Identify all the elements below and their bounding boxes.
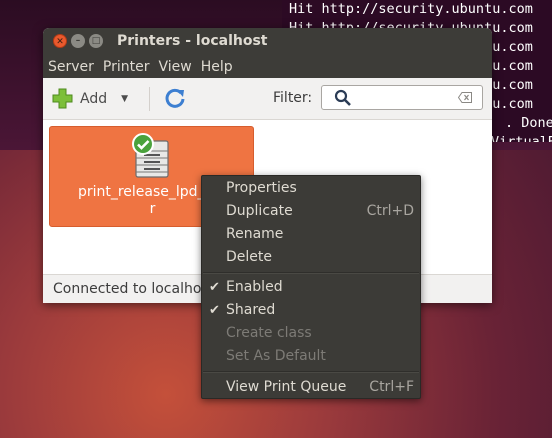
filter-input[interactable] [321, 85, 483, 110]
menu-item-label: Set As Default [226, 348, 326, 364]
menu-item-view-print-queue[interactable]: View Print Queue Ctrl+F [202, 376, 420, 399]
menu-item-label: Shared [226, 302, 276, 318]
menu-item-shortcut: Ctrl+F [369, 379, 414, 395]
menu-item-set-as-default: Set As Default [202, 345, 420, 368]
refresh-icon [165, 88, 185, 108]
window-titlebar[interactable]: ✕ – □ Printers - localhost [43, 28, 492, 55]
menu-item-shortcut: Ctrl+D [366, 203, 414, 219]
check-icon: ✔ [209, 280, 220, 295]
add-button[interactable]: Add ▼ [52, 88, 128, 109]
minimize-icon[interactable]: – [71, 34, 85, 48]
menu-separator [203, 272, 419, 274]
menu-item-label: Delete [226, 249, 272, 265]
add-plus-icon [52, 88, 73, 109]
menu-item-label: Properties [226, 180, 297, 196]
toolbar: Add ▼ Filter: [43, 78, 492, 120]
menu-item-delete[interactable]: Delete [202, 246, 420, 269]
maximize-icon[interactable]: □ [89, 34, 103, 48]
menu-help[interactable]: Help [201, 59, 233, 75]
terminal-line: Hit http://security.ubuntu.com [289, 1, 533, 17]
add-button-label: Add [80, 90, 108, 107]
menu-item-label: Enabled [226, 279, 283, 295]
check-icon: ✔ [209, 303, 220, 318]
menu-item-label: Rename [226, 226, 284, 242]
refresh-button[interactable] [164, 87, 186, 113]
menu-separator [203, 371, 419, 373]
menu-item-rename[interactable]: Rename [202, 223, 420, 246]
clear-icon[interactable] [458, 92, 472, 103]
window-title: Printers - localhost [117, 33, 268, 49]
toolbar-separator [149, 87, 150, 111]
filter-label: Filter: [273, 90, 313, 106]
menu-item-create-class: Create class [202, 322, 420, 345]
menu-item-shared[interactable]: ✔ Shared [202, 299, 420, 322]
chevron-down-icon[interactable]: ▼ [121, 94, 128, 104]
menu-item-label: Duplicate [226, 203, 293, 219]
context-menu: Properties Duplicate Ctrl+D Rename Delet… [201, 175, 421, 399]
menu-item-duplicate[interactable]: Duplicate Ctrl+D [202, 200, 420, 223]
menu-item-label: View Print Queue [226, 379, 347, 395]
menu-view[interactable]: View [159, 59, 192, 75]
printer-icon [132, 133, 169, 178]
menu-printer[interactable]: Printer [103, 59, 150, 75]
menu-item-label: Create class [226, 325, 312, 341]
menu-item-enabled[interactable]: ✔ Enabled [202, 276, 420, 299]
close-icon[interactable]: ✕ [53, 34, 67, 48]
menu-item-properties[interactable]: Properties [202, 177, 420, 200]
menubar: Server Printer View Help [43, 55, 492, 78]
menu-server[interactable]: Server [48, 59, 94, 75]
search-icon [334, 89, 351, 106]
